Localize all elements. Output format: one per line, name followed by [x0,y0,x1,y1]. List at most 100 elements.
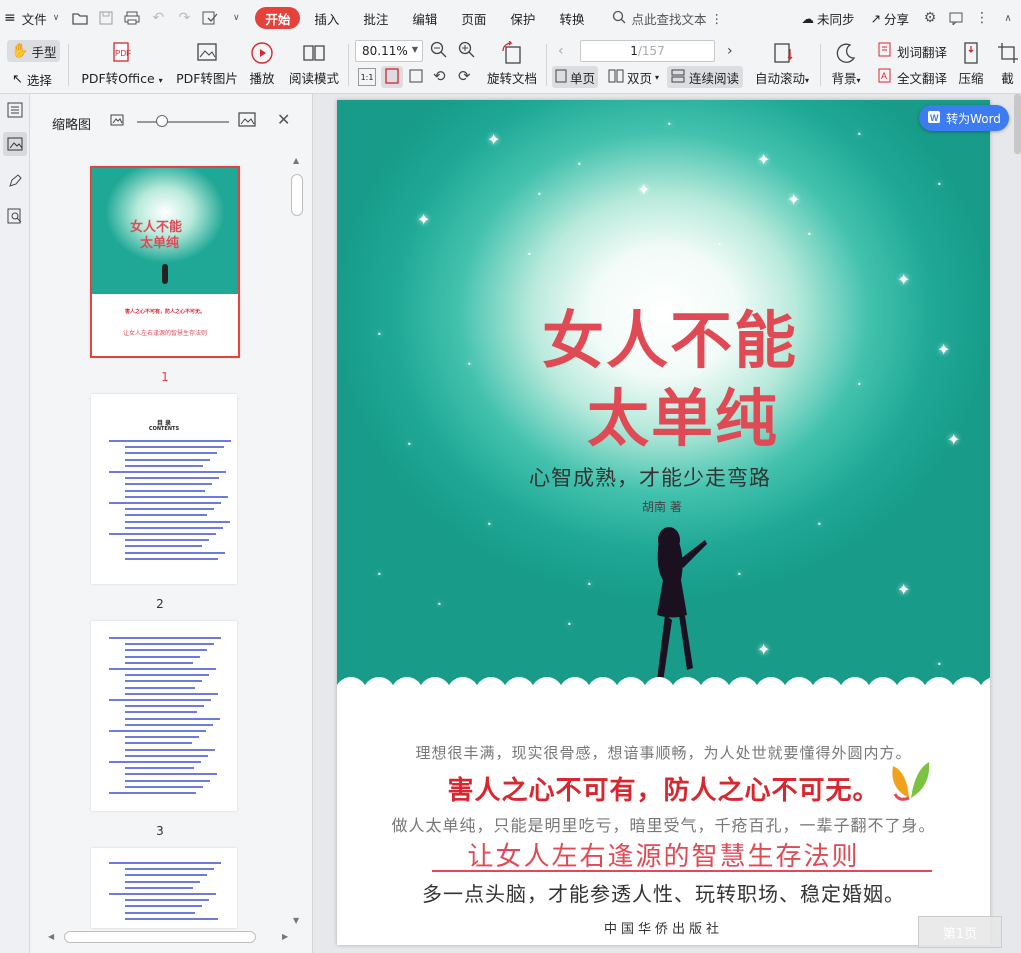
zoom-select[interactable]: 80.11% ▼ [355,40,423,62]
cover-title-line1: 女人不能 [542,304,799,377]
toc-line [125,489,205,492]
tab-start[interactable]: 开始 [255,7,301,29]
annotation-icon[interactable] [3,169,27,193]
thumb-title-2: 太单纯 [140,236,180,251]
thumbnail-page-2[interactable]: 目 录 CONTENTS [91,394,237,584]
scroll-down-icon[interactable]: ▼ [293,916,299,925]
pdf-to-office-button[interactable]: PDF PDF转Office ▾ [81,36,163,87]
document-scrollbar-thumb[interactable] [1014,94,1021,154]
tab-insert[interactable]: 插入 [306,5,347,31]
continuous-read-label: 连续阅读 [689,70,740,86]
quick-access-dropdown-icon[interactable]: ∨ [223,5,249,31]
scrollbar-thumb[interactable] [291,174,303,216]
background-button[interactable]: 背景▾ [828,36,864,87]
thumbnail-label-1: 1 [161,370,169,384]
sparkle-star: ✦ [757,150,771,169]
collapse-ribbon-icon[interactable]: ∧ [995,5,1021,31]
outline-icon[interactable] [3,98,27,122]
scroll-right-icon[interactable]: ▶ [282,932,288,941]
thumbnail-page-1[interactable]: 女人不能 太单纯 害人之心不可有，防人之心不可无。 让女人左右逢源的智慧生存法则 [90,166,240,358]
gear-icon[interactable]: ⚙ [917,5,943,31]
rotate-document-label: 旋转文档 [486,71,537,86]
small-image-icon[interactable] [110,113,124,130]
thumbnail-page-4[interactable] [91,848,237,928]
single-page-button[interactable]: 单页 [552,66,599,88]
sparkle-star: • [717,240,722,249]
thumbnail-vertical-scrollbar[interactable]: ▲ ▼ [290,154,304,928]
chevron-down-icon: ▼ [411,45,418,54]
zoom-in-icon [458,41,476,62]
zoom-in-button[interactable] [458,41,476,62]
prev-page-button[interactable]: ‹ [558,43,564,59]
tab-edit[interactable]: 编辑 [404,5,445,31]
crop-icon [996,41,1020,65]
fit-width-button[interactable] [408,68,424,87]
auto-scroll-icon [770,41,794,65]
rotate-left-button[interactable]: ⟲ [433,67,446,85]
toc-heading-en: CONTENTS [148,426,180,432]
toc-line [125,742,192,745]
read-mode-button[interactable]: 阅读模式 [288,36,340,87]
double-page-button[interactable]: 双页 ▾ [608,66,659,88]
thumbnail-size-slider[interactable] [137,121,229,123]
save-icon[interactable] [93,5,119,31]
search-doc-icon[interactable] [3,204,27,228]
pdf-page-1: ✦ • • ✦ • • ✦ • • ✦ • • ✦ • • ✦ • • ✦ • • ✦ • • ✦ • • ✦ • • 女人不能 太单纯 … [337,100,990,945]
convert-to-word-button[interactable]: W 转为Word [919,105,1009,131]
crop-button[interactable]: 截 [994,36,1021,87]
play-button[interactable]: 播放 [246,36,278,87]
tab-annotate[interactable]: 批注 [355,5,396,31]
rotate-right-button[interactable]: ⟳ [458,67,471,85]
file-menu[interactable]: ≡ 文件 ∨ [0,5,67,31]
thumbnail-horizontal-scrollbar[interactable]: ◀ ▶ [46,930,296,944]
sparkle-star: ✦ [637,180,651,199]
edit-doc-icon[interactable] [197,5,223,31]
sync-status[interactable]: ☁ 未同步 [793,5,862,31]
more-options-icon[interactable]: ⋮ [969,5,995,31]
full-translate-button[interactable]: A 全文翻译 [878,68,947,87]
continuous-read-button[interactable]: 连续阅读 [667,66,744,88]
find-text[interactable]: 点此查找文本 ⋮ [604,5,731,31]
scroll-left-icon[interactable]: ◀ [48,932,54,941]
tab-protect[interactable]: 保护 [502,5,543,31]
large-image-icon[interactable] [238,111,256,132]
next-page-button[interactable]: › [727,43,733,59]
actual-size-button[interactable]: 1:1 [358,68,376,86]
scroll-up-icon[interactable]: ▲ [293,156,299,165]
print-icon[interactable] [119,5,145,31]
toc-line [125,717,220,720]
thumbnail-icon[interactable] [3,132,27,156]
share-button[interactable]: ↗ 分享 [863,5,918,31]
more-icon[interactable]: ⋮ [710,11,723,26]
open-folder-icon[interactable] [67,5,93,31]
slider-knob[interactable] [156,115,168,127]
comment-icon[interactable] [943,5,969,31]
document-viewer[interactable]: ✦ • • ✦ • • ✦ • • ✦ • • ✦ • • ✦ • • ✦ • • ✦ • • ✦ • • ✦ • • 女人不能 太单纯 … [314,94,1021,953]
redo-icon[interactable]: ↷ [171,5,197,31]
tab-page[interactable]: 页面 [453,5,494,31]
select-tool-button[interactable]: ↖ 选择 [12,68,52,90]
toc-line [125,458,210,461]
toc-line [125,446,224,449]
auto-scroll-button[interactable]: 自动滚动▾ [750,36,814,87]
pdf-to-image-icon [195,41,219,65]
word-translate-button[interactable]: 划词翻译 [878,42,947,61]
scrollbar-thumb[interactable] [64,931,256,943]
thumbnail-page-3[interactable] [91,621,237,811]
fit-page-button[interactable] [381,66,403,88]
tab-convert[interactable]: 转换 [551,5,592,31]
undo-icon[interactable]: ↶ [145,5,171,31]
hand-tool-button[interactable]: ✋ 手型 [7,40,61,62]
toc-line [125,748,215,751]
pdf-to-image-button[interactable]: PDF转图片 [175,36,239,87]
thumbnail-label-2: 2 [156,597,164,611]
continuous-read-icon [671,69,685,86]
girl-silhouette [657,527,707,682]
rotate-document-button[interactable]: 旋转文档 [486,36,538,87]
word-translate-icon [878,42,894,61]
compress-button[interactable]: 压缩 [956,36,986,87]
page-number-input[interactable]: 1 /157 [580,40,715,62]
close-icon[interactable]: ✕ [277,110,290,129]
toc-line [125,655,200,658]
zoom-out-button[interactable] [430,41,448,62]
